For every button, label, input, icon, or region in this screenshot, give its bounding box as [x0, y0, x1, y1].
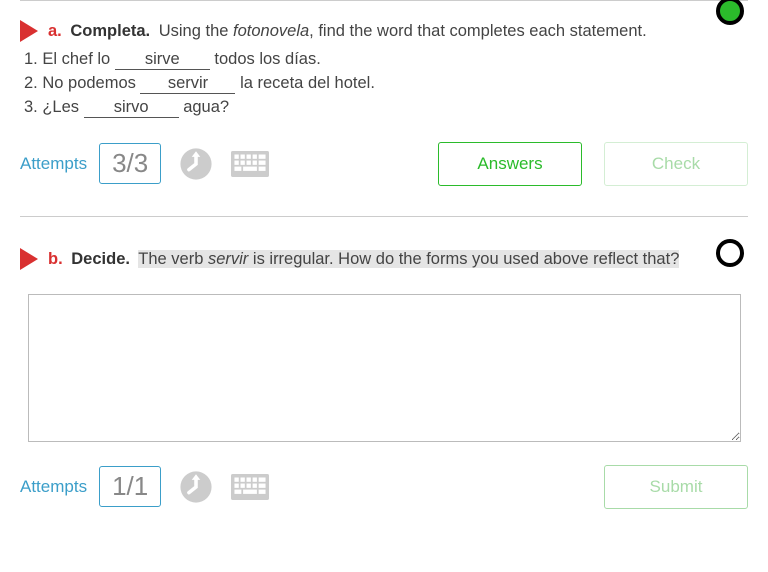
prompt-b: b. Decide. The verb servir is irregular.… — [20, 247, 748, 272]
attempts-label: Attempts — [20, 477, 87, 497]
part-title: Decide. — [71, 250, 130, 268]
q2-pre: 2. No podemos — [24, 74, 140, 92]
exercise-b: b. Decide. The verb servir is irregular.… — [20, 216, 748, 533]
status-incomplete-icon — [716, 239, 744, 267]
keyboard-icon[interactable] — [231, 469, 269, 505]
question-2: 2. No podemos servir la receta del hotel… — [24, 74, 748, 94]
instruction-post: , find the word that completes each stat… — [309, 22, 647, 40]
question-3: 3. ¿Les sirvo agua? — [24, 98, 748, 118]
part-letter: b. — [48, 250, 63, 268]
q3-pre: 3. ¿Les — [24, 98, 84, 116]
prompt-a: a. Completa. Using the fotonovela, find … — [20, 19, 748, 44]
submit-button[interactable]: Submit — [604, 465, 748, 509]
question-1: 1. El chef lo sirve todos los días. — [24, 50, 748, 70]
play-icon[interactable] — [20, 20, 38, 42]
answers-button[interactable]: Answers — [438, 142, 582, 186]
exercise-a: a. Completa. Using the fotonovela, find … — [20, 0, 748, 210]
instruction-pre: Using the — [159, 22, 233, 40]
attempts-count: 3/3 — [99, 143, 161, 184]
answer-textarea[interactable] — [28, 294, 741, 442]
keyboard-icon[interactable] — [231, 146, 269, 182]
attempts-count: 1/1 — [99, 466, 161, 507]
part-letter: a. — [48, 22, 62, 40]
highlighted-instruction: The verb servir is irregular. How do the… — [138, 250, 679, 268]
part-title: Completa. — [70, 22, 150, 40]
attempts-label: Attempts — [20, 154, 87, 174]
q1-pre: 1. El chef lo — [24, 50, 115, 68]
toolbar-b: Attempts 1/1 Submit — [20, 465, 748, 533]
q1-blank[interactable]: sirve — [115, 50, 210, 70]
instruction-italic: fotonovela — [233, 22, 309, 40]
toolbar-a: Attempts 3/3 Answers Check — [20, 142, 748, 210]
check-button: Check — [604, 142, 748, 186]
refresh-icon[interactable] — [177, 146, 215, 182]
q2-blank[interactable]: servir — [140, 74, 235, 94]
q3-post: agua? — [179, 98, 229, 116]
refresh-icon[interactable] — [177, 469, 215, 505]
q3-blank[interactable]: sirvo — [84, 98, 179, 118]
play-icon[interactable] — [20, 248, 38, 270]
q1-post: todos los días. — [210, 50, 321, 68]
q2-post: la receta del hotel. — [235, 74, 374, 92]
